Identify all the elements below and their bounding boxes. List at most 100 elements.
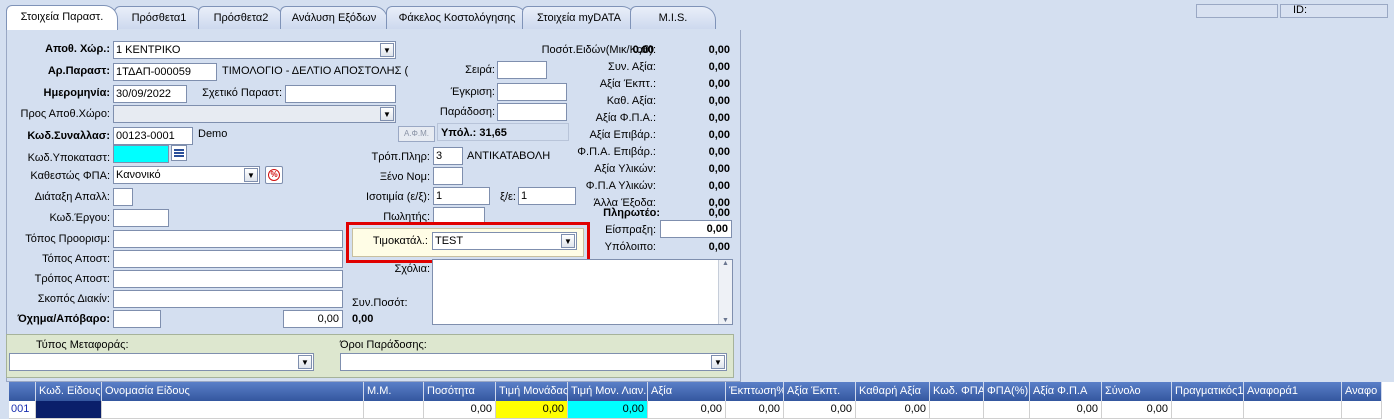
transport-purpose-input[interactable] [113,290,343,308]
dispatch-place-label: Τόπος Αποστ: [42,253,110,265]
to-warehouse-select[interactable]: ▼ [113,105,396,123]
collection-input[interactable]: 0,00 [660,220,732,238]
payment-method-code[interactable]: 3 [433,147,463,165]
grid-header[interactable]: Κωδ. ΦΠΑ [930,382,984,401]
total-qty-label: Συν.Ποσότ: [352,297,408,309]
grid-header[interactable]: Τιμή Μον. Λιαν. [568,382,648,401]
totals-label: Αξία Επιβάρ.: [589,129,656,141]
foreign-currency-input[interactable] [433,167,463,185]
chevron-down-icon[interactable]: ▼ [244,168,258,182]
totals-value-2: 0,00 [708,95,730,107]
grid-header[interactable]: Αξία [648,382,726,401]
grid-header[interactable]: Αναφορά1 [1244,382,1342,401]
vat-status-select[interactable]: Κανονικό ▼ [113,166,260,184]
grid-header[interactable]: Αναφο [1342,382,1382,401]
grid-cell[interactable] [1244,401,1342,419]
dispatch-method-label: Τρόπος Αποστ: [34,273,110,285]
grid-cell[interactable]: 0,00 [496,401,568,419]
grid-cell[interactable] [364,401,424,419]
grid-cell[interactable]: 0,00 [856,401,930,419]
grid-header[interactable]: Ονομασία Είδους [102,382,364,401]
tab-mis[interactable]: M.I.S. [630,6,716,29]
grid-header[interactable]: Ποσότητα [424,382,496,401]
transport-type-select[interactable]: ▼ [9,353,314,371]
trader-code-label: Κωδ.Συναλλασ: [27,130,110,142]
totals-value-2: 0,00 [708,129,730,141]
grid-cell[interactable] [102,401,364,419]
grid-header[interactable]: Μ.Μ. [364,382,424,401]
project-code-input[interactable] [113,209,169,227]
items-grid: 001 Κωδ. Είδους Ονομασία Είδους Μ.Μ. Ποσότητ… [9,382,1394,419]
grid-header[interactable]: Έκπτωση% [726,382,784,401]
transport-purpose-label: Σκοπός Διακίν: [37,293,110,305]
grid-cell[interactable] [1342,401,1382,419]
grid-cell[interactable] [984,401,1030,419]
vehicle-input[interactable] [113,310,161,328]
pricelist-select[interactable]: TEST ▼ [432,232,577,250]
tab-mydata[interactable]: Στοιχεία myDATA [522,6,636,29]
parity-input[interactable]: 1 [433,187,490,205]
destination-input[interactable] [113,230,343,248]
to-warehouse-label: Προς Αποθ.Χώρο: [20,108,111,120]
doc-no-input[interactable]: 1ΤΔΑΠ-000059 [113,63,217,81]
grid-header[interactable]: Καθαρή Αξία [856,382,930,401]
comments-textarea[interactable]: ▲ ▼ [432,259,733,325]
grid-cell[interactable] [36,401,102,419]
chevron-down-icon[interactable]: ▼ [711,355,725,369]
totals-value-2: 0,00 [708,44,730,56]
grid-cell[interactable]: 0,00 [1030,401,1102,419]
grid-cell[interactable]: 0,00 [424,401,496,419]
comments-scrollbar[interactable]: ▲ ▼ [718,260,732,324]
chevron-down-icon[interactable]: ▼ [380,43,394,57]
percent-button[interactable]: % [265,166,283,184]
disposal-input[interactable] [113,188,133,206]
tab-expense-analysis[interactable]: Ανάλυση Εξόδων [280,6,388,29]
tab-extras1[interactable]: Πρόσθετα1 [114,6,204,29]
transport-type-label: Τύπος Μεταφοράς: [36,339,129,351]
grid-header[interactable]: Αξία Έκπτ. [784,382,856,401]
delivery-terms-select[interactable]: ▼ [340,353,727,371]
dispatch-method-input[interactable] [113,270,343,288]
date-input[interactable]: 30/09/2022 [113,85,187,103]
totals-value-2: 0,00 [708,180,730,192]
grid-header[interactable]: Πραγματικός1 [1172,382,1244,401]
grid-header[interactable]: Κωδ. Είδους [36,382,102,401]
grid-cell[interactable] [1172,401,1244,419]
branch-code-input[interactable] [113,145,169,163]
grid-cell[interactable]: 0,00 [568,401,648,419]
dispatch-place-input[interactable] [113,250,343,268]
trader-code-input[interactable]: 00123-0001 [113,127,193,145]
delivery-terms-label: Όροι Παράδοσης: [340,339,427,351]
grid-header[interactable]: ΦΠΑ(%) [984,382,1030,401]
scroll-down-icon[interactable]: ▼ [719,317,732,324]
grid-cell[interactable]: 0,00 [784,401,856,419]
grid-cell[interactable]: 0,00 [1102,401,1172,419]
totals-label: Συν. Αξία: [608,61,656,73]
vehicle-weight-input[interactable]: 0,00 [283,310,343,328]
grid-row-number[interactable]: 001 [9,401,36,419]
chevron-down-icon[interactable]: ▼ [380,107,394,121]
warehouse-select[interactable]: 1 ΚΕΝΤΡΙΚΟ ▼ [113,41,396,59]
totals-value-2: 0,00 [708,112,730,124]
list-icon[interactable] [171,145,187,161]
afm-button[interactable]: Α.Φ.Μ. [398,126,435,142]
payment-method-label: Τρόπ.Πληρ: [371,151,430,163]
grid-cell[interactable] [930,401,984,419]
scroll-up-icon[interactable]: ▲ [719,260,732,267]
chevron-down-icon[interactable]: ▼ [298,355,312,369]
grid-header[interactable]: Αξία Φ.Π.Α [1030,382,1102,401]
related-doc-input[interactable] [285,85,396,103]
trader-name: Demo [198,128,228,140]
payable-value: 0,00 [708,207,730,219]
vehicle-label: Όχημα/Απόβαρο: [17,313,110,325]
tab-bar: Στοιχεία Παραστ. Πρόσθετα1 Πρόσθετα2 Ανά… [0,0,1394,33]
totals-label: Αξία Έκπτ.: [599,78,656,90]
grid-cell[interactable]: 0,00 [648,401,726,419]
tab-document-details[interactable]: Στοιχεία Παραστ. [6,5,118,30]
grid-cell[interactable]: 0,00 [726,401,784,419]
tab-extras2[interactable]: Πρόσθετα2 [198,6,284,29]
tab-costing-folder[interactable]: Φάκελος Κοστολόγησης [386,6,528,29]
series-label: Σειρά: [465,64,495,76]
grid-header[interactable]: Σύνολο [1102,382,1172,401]
grid-header[interactable]: Τιμή Μονάδας [496,382,568,401]
